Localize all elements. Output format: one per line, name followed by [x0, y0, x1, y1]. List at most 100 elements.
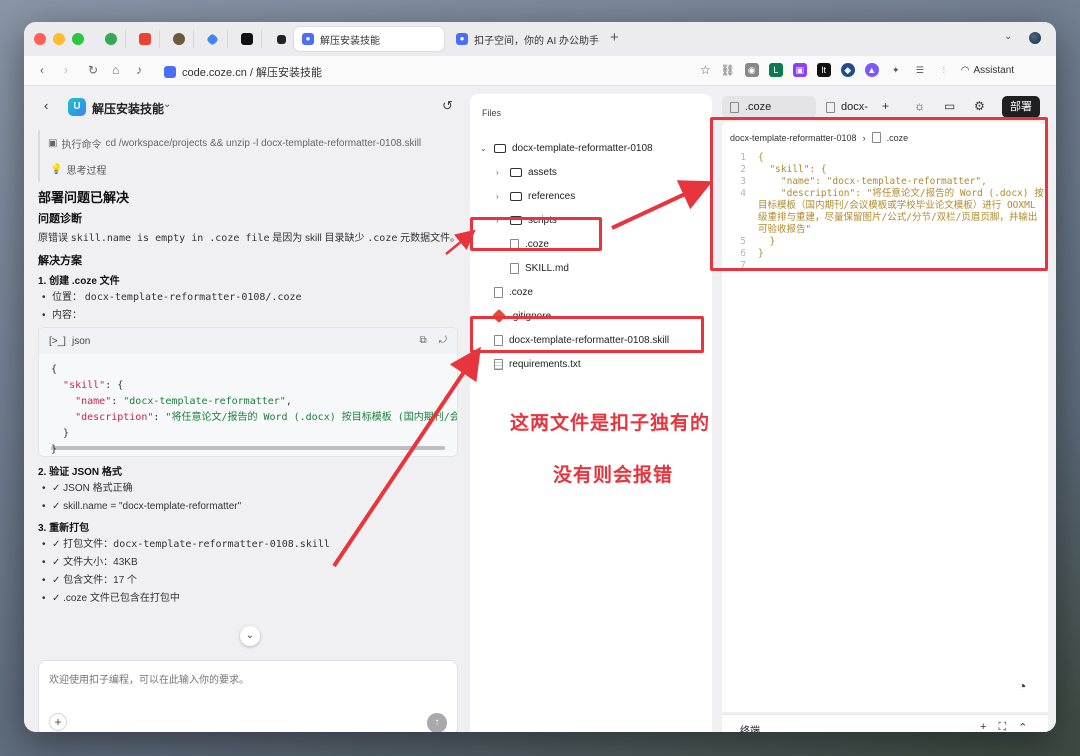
- camera-icon[interactable]: ◉: [744, 63, 759, 77]
- folder-icon[interactable]: ▭: [944, 99, 955, 113]
- microphone-icon[interactable]: ♪: [136, 63, 142, 77]
- list-item: ✓ JSON 格式正确: [38, 480, 458, 498]
- annotation-box-skill-file: [470, 316, 704, 353]
- wrap-icon[interactable]: ⤾: [439, 335, 447, 346]
- deploy-button[interactable]: 部署: [1002, 96, 1040, 118]
- chat-header: ‹ U 解压安装技能 ⌄ ↺: [24, 86, 468, 126]
- pinned-tab[interactable]: [198, 30, 228, 48]
- step-title: 3. 重新打包: [38, 523, 90, 534]
- code-key: "skill": [63, 380, 106, 391]
- tree-item-folder[interactable]: › assets: [496, 162, 557, 182]
- command-step[interactable]: ▣ 执行命令 cd /workspace/projects && unzip -…: [38, 130, 458, 156]
- terminal-label: 终端: [740, 726, 760, 732]
- add-attachment-button[interactable]: +: [49, 713, 67, 731]
- coze-favicon-icon: [164, 66, 176, 78]
- folder-icon: [510, 167, 522, 177]
- chat-messages[interactable]: ▣ 执行命令 cd /workspace/projects && unzip -…: [38, 130, 458, 660]
- collapse-up-icon[interactable]: ⌃: [1018, 721, 1027, 732]
- editor-tab-coze[interactable]: .coze: [722, 96, 816, 118]
- reader-list-icon[interactable]: ☰: [913, 63, 927, 77]
- puzzle-extensions-icon[interactable]: ✦: [889, 63, 903, 77]
- link-icon[interactable]: ⛓: [721, 64, 735, 77]
- pinned-tab[interactable]: [96, 30, 126, 48]
- history-icon[interactable]: ↺: [442, 98, 453, 114]
- editor-tab-docx[interactable]: docx-: [818, 96, 880, 118]
- extension-icon[interactable]: L: [768, 63, 783, 77]
- audio-wave-icon[interactable]: ⫶: [937, 63, 951, 77]
- pinned-favicon-icon: [104, 33, 117, 45]
- step-title: 1. 创建 .coze 文件: [38, 276, 120, 287]
- tab-coze-code[interactable]: ● 解压安装技能: [294, 27, 444, 51]
- pinned-tab[interactable]: [130, 30, 160, 48]
- editor-tab-label: docx-: [841, 101, 868, 113]
- pinned-tab[interactable]: [266, 30, 296, 48]
- extension-icon[interactable]: ▲: [864, 63, 879, 77]
- pinned-tab[interactable]: [232, 30, 262, 48]
- forward-arrow-icon[interactable]: ›: [64, 63, 68, 77]
- terminal-bar[interactable]: 终端 + ⛶ ⌃: [722, 714, 1048, 732]
- tab-bar: ● 解压安装技能 ● 扣子空间，你的 AI 办公助手 + ⌄: [24, 22, 1056, 56]
- tree-item-file[interactable]: requirements.txt: [494, 354, 581, 374]
- new-tab-button[interactable]: +: [610, 29, 619, 46]
- tab-list-chevron-icon[interactable]: ⌄: [1004, 31, 1012, 42]
- message-heading: 部署问题已解决: [38, 190, 130, 205]
- pinned-tab[interactable]: [164, 30, 194, 48]
- maximize-window-button[interactable]: [72, 33, 84, 45]
- inline-code: docx-template-reformatter-0108/.coze: [84, 292, 302, 303]
- command-text: cd /workspace/projects && unzip -l docx-…: [105, 137, 422, 149]
- reload-icon[interactable]: ↻: [88, 63, 98, 77]
- scroll-to-bottom-button[interactable]: ⌄: [240, 626, 260, 646]
- file-icon: [494, 286, 503, 298]
- tree-item-file[interactable]: .coze: [494, 282, 533, 302]
- profile-avatar[interactable]: [1029, 32, 1041, 44]
- back-arrow-icon[interactable]: ‹: [40, 63, 44, 77]
- coze-favicon-icon: ●: [456, 33, 468, 45]
- tab-label: 扣子空间，你的 AI 办公助手: [474, 35, 600, 47]
- back-chevron-icon[interactable]: ‹: [44, 98, 48, 113]
- home-icon[interactable]: ⌂: [112, 63, 119, 77]
- tree-item-label: assets: [528, 166, 557, 178]
- fullscreen-icon[interactable]: ⛶: [998, 721, 1006, 732]
- chevron-down-icon[interactable]: ⌄: [163, 99, 171, 110]
- tree-item-folder[interactable]: ⌄ docx-template-reformatter-0108: [480, 138, 653, 158]
- gemini-icon: [206, 32, 219, 46]
- code-line: {: [51, 364, 58, 375]
- tab-coze-space[interactable]: ● 扣子空间，你的 AI 办公助手: [448, 27, 608, 51]
- code-block-header: [>_] json ⧉ ⤾: [39, 328, 457, 354]
- extensions-bar: ☆ ⛓ ◉ L ▣ lt ◆ ▲ ✦ ☰ ⫶ ◠ Assistant: [700, 63, 1014, 77]
- settings-sliders-icon[interactable]: ⚙: [974, 99, 985, 113]
- chat-bot-icon[interactable]: ◔: [1018, 678, 1026, 694]
- sun-theme-icon[interactable]: ☼: [914, 99, 925, 113]
- copy-icon[interactable]: ⧉: [420, 335, 427, 346]
- annotation-text: 没有则会报错: [553, 465, 674, 486]
- pinned-favicon-icon: [276, 34, 286, 44]
- annotation-box-editor: [710, 117, 1048, 271]
- horizontal-scrollbar[interactable]: [51, 446, 445, 450]
- files-heading: Files: [482, 108, 502, 118]
- project-logo-icon: U: [68, 98, 86, 116]
- chat-input-box: + ↑: [38, 660, 458, 732]
- send-button[interactable]: ↑: [427, 713, 447, 732]
- chat-input[interactable]: [49, 671, 449, 701]
- assistant-icon: ◠: [960, 64, 970, 76]
- chevron-down-icon: ⌄: [480, 143, 487, 153]
- folder-open-icon: [494, 143, 506, 153]
- url-field[interactable]: code.coze.cn / 解压安装技能: [164, 64, 322, 80]
- extension-icon[interactable]: lt: [816, 63, 831, 77]
- tree-item-folder[interactable]: › references: [496, 186, 575, 206]
- step-title: 2. 验证 JSON 格式: [38, 467, 122, 478]
- bookmark-star-icon[interactable]: ☆: [700, 63, 711, 77]
- gmail-icon: [138, 33, 151, 45]
- assistant-button[interactable]: ◠ Assistant: [961, 65, 1014, 76]
- thinking-label: 思考过程: [66, 165, 107, 177]
- close-window-button[interactable]: [34, 33, 46, 45]
- project-title: 解压安装技能: [92, 102, 165, 116]
- tree-item-label: requirements.txt: [509, 358, 581, 370]
- extension-icon[interactable]: ▣: [792, 63, 807, 77]
- minimize-window-button[interactable]: [53, 33, 65, 45]
- tree-item-file[interactable]: SKILL.md: [510, 258, 569, 278]
- thinking-step[interactable]: 💡 思考过程: [38, 156, 458, 182]
- new-tab-plus-icon[interactable]: +: [882, 99, 889, 113]
- extension-icon[interactable]: ◆: [840, 63, 855, 77]
- add-terminal-icon[interactable]: +: [980, 721, 986, 732]
